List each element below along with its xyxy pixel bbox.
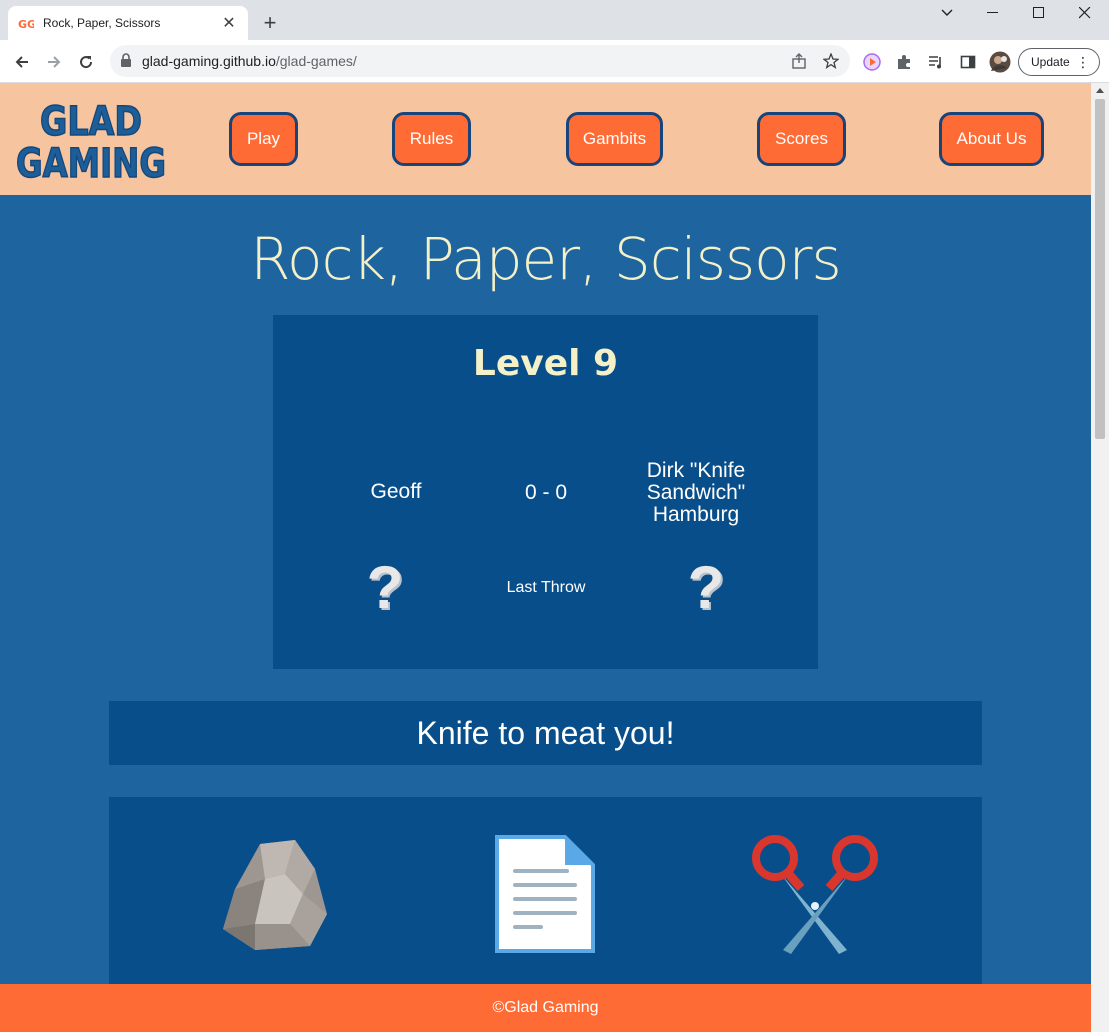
browser-toolbar: glad-gaming.github.io/glad-games/ Update… — [0, 40, 1109, 83]
nav-play-button[interactable]: Play — [229, 112, 298, 166]
scroll-up-icon[interactable] — [1096, 88, 1104, 93]
reload-icon[interactable] — [72, 48, 100, 76]
player-last-throw-icon: ? — [366, 554, 404, 621]
lock-icon — [120, 53, 132, 72]
browser-tab[interactable]: GG Rock, Paper, Scissors ✕ — [8, 6, 248, 40]
minimize-icon[interactable] — [970, 0, 1016, 26]
page-scrollbar[interactable] — [1091, 83, 1109, 1032]
glad-gaming-logo[interactable]: GLAD GAMING — [14, 97, 170, 188]
paper-button[interactable] — [480, 829, 610, 959]
opponent-message: Knife to meat you! — [109, 701, 982, 765]
update-button[interactable]: Update ⋮ — [1018, 48, 1100, 76]
site-header: GLAD GAMING Play Rules Gambits Scores Ab… — [0, 83, 1091, 195]
extension-media-icon[interactable] — [861, 51, 883, 73]
tab-search-icon[interactable] — [924, 0, 970, 26]
tab-title: Rock, Paper, Scissors — [43, 16, 161, 30]
forward-icon[interactable] — [40, 48, 68, 76]
scissors-button[interactable] — [750, 829, 880, 959]
nav-gambits-button[interactable]: Gambits — [566, 112, 663, 166]
update-label: Update — [1031, 55, 1070, 69]
page-viewport: GLAD GAMING Play Rules Gambits Scores Ab… — [0, 83, 1091, 1032]
rock-button[interactable] — [209, 829, 339, 959]
extensions-puzzle-icon[interactable] — [893, 51, 915, 73]
scissors-icon — [752, 835, 878, 954]
level-heading: Level 9 — [472, 343, 619, 384]
media-queue-icon[interactable] — [925, 51, 947, 73]
address-bar[interactable]: glad-gaming.github.io/glad-games/ — [110, 45, 850, 77]
svg-text:GLAD: GLAD — [40, 99, 142, 145]
last-throw-label: Last Throw — [506, 579, 586, 596]
share-icon[interactable] — [789, 51, 809, 71]
url-path: /glad-games/ — [275, 53, 357, 69]
paper-icon — [495, 835, 595, 953]
opponent-last-throw-icon: ? — [687, 554, 725, 621]
score-display: 0 - 0 — [524, 481, 568, 504]
profile-avatar-icon[interactable] — [989, 51, 1011, 73]
player-name: Geoff — [370, 480, 422, 503]
new-tab-icon[interactable]: + — [258, 10, 282, 35]
nav-rules-button[interactable]: Rules — [392, 112, 471, 166]
game-panel: Level 9 Geoff 0 - 0 Dirk "Knife Sandwich… — [273, 315, 818, 669]
tab-close-icon[interactable]: ✕ — [220, 14, 238, 32]
page-title: Rock, Paper, Scissors — [250, 225, 841, 293]
bookmark-star-icon[interactable] — [821, 51, 841, 71]
tab-strip: GG Rock, Paper, Scissors ✕ + — [0, 0, 1109, 40]
menu-dots-icon[interactable]: ⋮ — [1076, 53, 1090, 71]
svg-text:GG: GG — [18, 18, 34, 31]
url-domain: glad-gaming.github.io — [142, 53, 276, 69]
url-text: glad-gaming.github.io/glad-games/ — [142, 53, 357, 69]
nav-scores-button[interactable]: Scores — [757, 112, 846, 166]
site-footer: ©Glad Gaming — [0, 984, 1091, 1032]
favicon-icon: GG — [18, 15, 34, 31]
close-window-icon[interactable] — [1062, 0, 1108, 26]
scroll-thumb[interactable] — [1095, 99, 1105, 439]
svg-text:GAMING: GAMING — [16, 141, 166, 183]
rock-icon — [223, 840, 327, 950]
nav-about-us-button[interactable]: About Us — [939, 112, 1044, 166]
throw-choices — [109, 797, 982, 997]
side-panel-icon[interactable] — [957, 51, 979, 73]
back-icon[interactable] — [8, 48, 36, 76]
maximize-icon[interactable] — [1016, 0, 1062, 26]
opponent-name: Dirk "Knife Sandwich" Hamburg — [646, 459, 746, 526]
